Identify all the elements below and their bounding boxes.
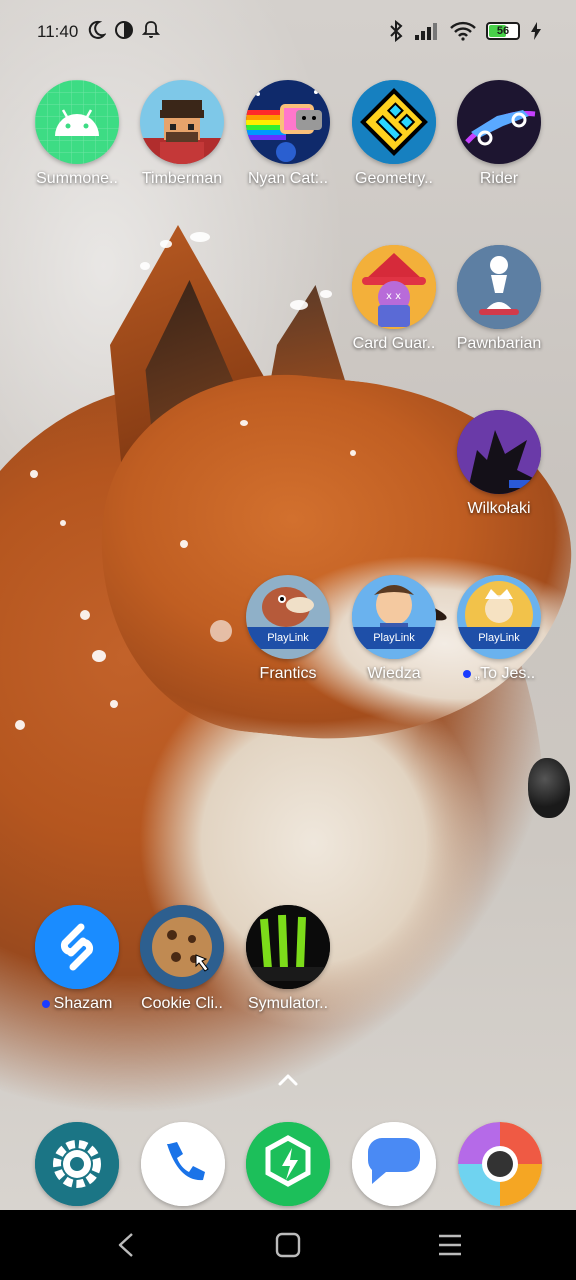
app-label: Symulator.. <box>247 995 329 1012</box>
recents-button[interactable] <box>435 1230 465 1260</box>
home-button[interactable] <box>273 1230 303 1260</box>
navigation-bar <box>0 1210 576 1280</box>
snowflake <box>92 650 106 662</box>
app-cardguar[interactable]: x x Card Guar.. <box>341 245 447 353</box>
snowflake <box>290 300 308 310</box>
android-icon <box>35 80 119 164</box>
app-timberman[interactable]: Timberman <box>129 80 235 188</box>
snowflake <box>350 450 356 456</box>
notification-dot <box>462 670 471 678</box>
app-pawnbarian[interactable]: Pawnbarian <box>446 245 552 353</box>
settings-icon <box>35 1122 119 1206</box>
app-label: Cookie Cli.. <box>141 995 223 1012</box>
playlink-badge: PlayLink <box>352 627 436 649</box>
app-geometry[interactable]: Geometry.. <box>341 80 447 188</box>
app-label: Rider <box>479 170 519 187</box>
geometry-dash-icon <box>352 80 436 164</box>
battery-icon: 56 <box>486 22 520 40</box>
app-wilkolaki[interactable]: Wilkołaki <box>446 410 552 518</box>
knowledge-is-power-icon: PlayLink <box>352 575 436 659</box>
phone-icon <box>141 1122 225 1206</box>
svg-text:x x: x x <box>386 291 401 302</box>
data-saver-icon <box>115 21 133 39</box>
werewolf-icon <box>457 410 541 494</box>
wifi-icon <box>450 21 476 41</box>
chrome-icon <box>458 1122 542 1206</box>
app-label: Wilkołaki <box>467 500 531 517</box>
chevron-up-icon[interactable] <box>276 1070 300 1090</box>
app-label: Geometry.. <box>355 170 433 187</box>
snowflake <box>190 232 210 242</box>
app-label: Summone.. <box>36 170 118 187</box>
snowflake <box>80 610 90 620</box>
status-bar: 11:40 56 <box>0 0 576 64</box>
dock-messages[interactable] <box>352 1122 436 1206</box>
messages-icon <box>352 1122 436 1206</box>
app-label: Timberman <box>141 170 223 187</box>
moon-icon <box>88 20 106 39</box>
fox-nose <box>528 758 570 818</box>
app-label: Shazam <box>24 995 130 1013</box>
that-s-you-icon: PlayLink <box>457 575 541 659</box>
timberman-icon <box>140 80 224 164</box>
app-label: Nyan Cat:.. <box>247 170 329 187</box>
app-label: Card Guar.. <box>352 335 436 352</box>
bell-icon <box>142 21 160 38</box>
bluetooth-icon <box>390 20 403 42</box>
playlink-badge: PlayLink <box>457 627 541 649</box>
security-icon <box>246 1122 330 1206</box>
dock-phone[interactable] <box>141 1122 225 1206</box>
back-button[interactable] <box>112 1230 142 1260</box>
pawnbarian-icon <box>457 245 541 329</box>
frantics-icon: PlayLink <box>246 575 330 659</box>
app-symulator[interactable]: Symulator.. <box>235 905 341 1013</box>
app-nyancat[interactable]: Nyan Cat:.. <box>235 80 341 188</box>
app-shazam[interactable]: Shazam <box>24 905 130 1013</box>
dock-settings[interactable] <box>35 1122 119 1206</box>
dock-security[interactable] <box>246 1122 330 1206</box>
snowflake <box>140 262 150 270</box>
app-tojes[interactable]: PlayLink „To Jes.. <box>446 575 552 683</box>
card-guardians-icon: x x <box>352 245 436 329</box>
snowflake <box>110 700 118 708</box>
snowflake <box>240 420 248 426</box>
playlink-badge: PlayLink <box>246 627 330 649</box>
cookie-clicker-icon <box>140 905 224 989</box>
snowflake <box>210 620 232 642</box>
snowflake <box>320 290 332 298</box>
app-frantics[interactable]: PlayLink Frantics <box>235 575 341 683</box>
app-rider[interactable]: Rider <box>446 80 552 188</box>
signal-icon <box>415 23 437 40</box>
app-wiedza[interactable]: PlayLink Wiedza <box>341 575 447 683</box>
app-summoner[interactable]: Summone.. <box>24 80 130 188</box>
snowflake <box>15 720 25 730</box>
app-label-text: „To Jes.. <box>474 665 536 682</box>
app-label: Wiedza <box>367 665 421 682</box>
snowflake <box>30 470 38 478</box>
dock-chrome[interactable] <box>458 1122 542 1206</box>
app-label-text: Shazam <box>53 995 113 1012</box>
status-time: 11:40 <box>37 22 79 41</box>
app-cookie[interactable]: Cookie Cli.. <box>129 905 235 1013</box>
nyan-cat-icon <box>246 80 330 164</box>
battery-level: 56 <box>496 25 510 37</box>
app-label: Pawnbarian <box>456 335 542 352</box>
snowflake <box>180 540 188 548</box>
rider-icon <box>457 80 541 164</box>
app-label: Frantics <box>259 665 317 682</box>
shazam-icon <box>35 905 119 989</box>
notification-dot <box>41 1000 50 1008</box>
monster-energy-icon <box>246 905 330 989</box>
app-label: „To Jes.. <box>446 665 552 683</box>
snowflake <box>60 520 66 526</box>
charging-icon <box>531 22 541 40</box>
snowflake <box>160 240 172 248</box>
